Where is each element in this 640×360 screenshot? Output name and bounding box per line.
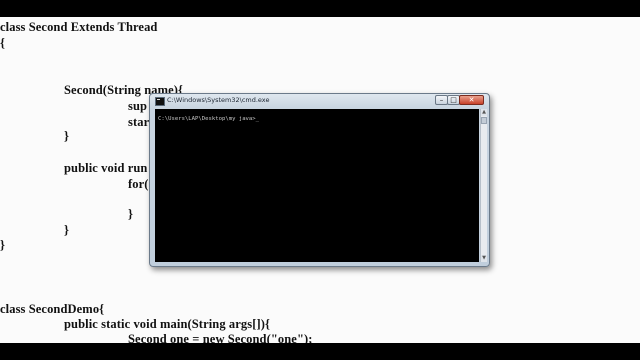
code-line-for: for( [128, 177, 149, 191]
console-output[interactable]: C:\Users\LAP\Desktop\my java>_ [155, 109, 479, 262]
code-line-close-run: } [64, 223, 70, 237]
scroll-down-icon[interactable]: ▼ [481, 255, 487, 262]
console-prompt: C:\Users\LAP\Desktop\my java>_ [158, 116, 260, 122]
cmd-titlebar[interactable]: C:\Windows\System32\cmd.exe – □ ✕ [150, 94, 489, 108]
console-icon[interactable] [155, 97, 165, 106]
scroll-up-icon[interactable]: ▲ [481, 109, 487, 116]
code-line-close-class: } [0, 238, 6, 252]
code-line-close-for: } [128, 207, 134, 221]
code-line-class-seconddemo: class SecondDemo{ [0, 302, 105, 316]
close-button[interactable]: ✕ [459, 95, 484, 105]
code-line-main: public static void main(String args[]){ [64, 317, 271, 331]
code-line-run: public void run [64, 161, 148, 175]
code-line-class-second: class Second Extends Thread [0, 20, 158, 34]
cmd-window[interactable]: C:\Windows\System32\cmd.exe – □ ✕ C:\Use… [149, 93, 490, 267]
console-scrollbar[interactable]: ▲ ▼ [480, 109, 487, 262]
code-line-close-constructor: } [64, 129, 70, 143]
code-line-new-second: Second one = new Second("one"); [128, 332, 313, 343]
code-line-open-brace: { [0, 36, 6, 50]
code-line-start: star [128, 115, 150, 129]
cmd-window-title: C:\Windows\System32\cmd.exe [167, 96, 270, 104]
scroll-thumb[interactable] [481, 117, 487, 124]
code-line-super: sup [128, 99, 148, 113]
